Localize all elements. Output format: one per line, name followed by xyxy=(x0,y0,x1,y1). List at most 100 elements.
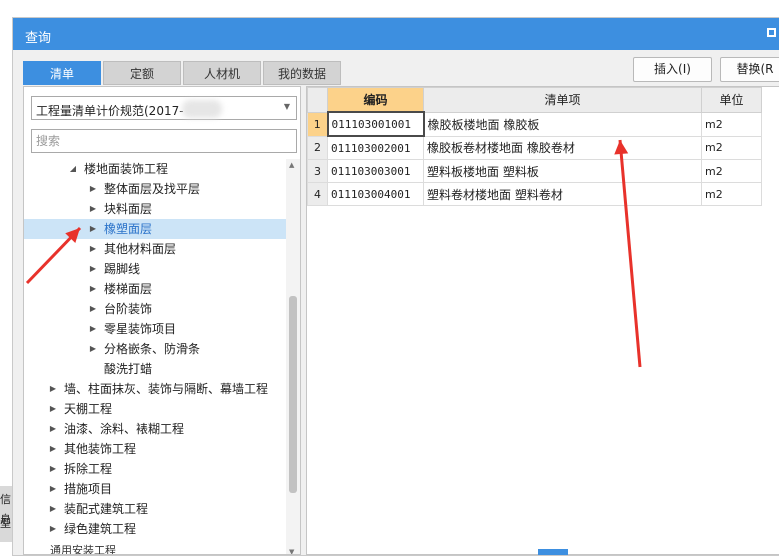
collapsed-icon[interactable]: ▶ xyxy=(88,319,98,339)
tree-item-label: 橡塑面层 xyxy=(104,222,153,236)
collapsed-icon[interactable]: ▶ xyxy=(88,339,98,359)
scroll-up-icon[interactable]: ▲ xyxy=(289,161,294,169)
item-column-header[interactable]: 清单项 xyxy=(423,87,702,113)
background-window-edge: 信息 型 xyxy=(0,486,12,542)
collapsed-icon[interactable]: ▶ xyxy=(88,279,98,299)
unit-cell[interactable]: m2 xyxy=(701,135,762,160)
row-number-header xyxy=(307,87,328,113)
tree-item[interactable]: 酸洗打蜡 xyxy=(24,359,286,379)
tree-item[interactable]: ◢ 楼地面装饰工程 xyxy=(24,159,286,179)
table-row[interactable]: 2 011103002001 橡胶板卷材楼地面 橡胶卷材 m2 xyxy=(307,135,762,160)
code-cell[interactable]: 011103001001 xyxy=(326,111,425,137)
search-input[interactable] xyxy=(31,129,297,153)
collapsed-icon[interactable]: ▶ xyxy=(88,239,98,259)
query-dialog: 查询 清单 定额 人材机 我的数据 插入(I) 替换(R 工程量清单计价规范(2… xyxy=(12,17,779,556)
table-row[interactable]: 4 011103004001 塑料卷材楼地面 塑料卷材 m2 xyxy=(307,182,762,206)
unit-cell[interactable]: m2 xyxy=(701,182,762,206)
item-cell[interactable]: 橡胶板卷材楼地面 橡胶卷材 xyxy=(423,135,702,160)
tree-item-label: 酸洗打蜡 xyxy=(104,362,153,376)
collapsed-icon[interactable]: ▶ xyxy=(48,499,58,519)
left-panel: 工程量清单计价规范(2017- ▼ ◢ 楼地面装饰工程 ▶ 整体面层及找平层 ▶ 块料面层… xyxy=(23,86,301,555)
tree-item[interactable]: ▶ 台阶装饰 xyxy=(24,299,286,319)
collapsed-icon[interactable]: ▶ xyxy=(88,259,98,279)
collapsed-icon[interactable]: ▶ xyxy=(48,479,58,499)
tree-item-label: 楼梯面层 xyxy=(104,282,153,296)
tree-item-label: 楼地面装饰工程 xyxy=(84,162,169,176)
spec-select[interactable]: 工程量清单计价规范(2017- ▼ xyxy=(31,96,297,120)
tree-item-label: 整体面层及找平层 xyxy=(104,182,201,196)
unit-column-header[interactable]: 单位 xyxy=(701,87,762,113)
tree-item[interactable]: ▶ 楼梯面层 xyxy=(24,279,286,299)
code-cell[interactable]: 011103002001 xyxy=(327,135,424,160)
collapsed-icon[interactable]: ▶ xyxy=(88,299,98,319)
code-cell[interactable]: 011103003001 xyxy=(327,159,424,183)
tree-item[interactable]: ▶ 橡塑面层 xyxy=(24,219,286,239)
row-number-cell[interactable]: 3 xyxy=(307,159,328,183)
results-table: 编码 清单项 单位 1 011103001001 橡胶板楼地面 橡胶板 m2 2 0111… xyxy=(307,87,762,206)
collapsed-icon[interactable]: ▶ xyxy=(48,459,58,479)
tree-item-label: 装配式建筑工程 xyxy=(64,502,149,516)
tree-item-label: 墙、柱面抹灰、装饰与隔断、幕墙工程 xyxy=(64,382,269,396)
tree-item[interactable]: ▶ 分格嵌条、防滑条 xyxy=(24,339,286,359)
maximize-icon[interactable] xyxy=(767,28,776,37)
table-row[interactable]: 3 011103003001 塑料板楼地面 塑料板 m2 xyxy=(307,159,762,183)
tab-bill[interactable]: 清单 xyxy=(23,61,101,85)
item-cell[interactable]: 橡胶板楼地面 橡胶板 xyxy=(423,111,702,137)
tree-item-label: 拆除工程 xyxy=(64,462,113,476)
tree-item-label: 踢脚线 xyxy=(104,262,141,276)
tree-item[interactable]: ▶ 绿色建筑工程 xyxy=(24,519,286,539)
results-panel: 编码 清单项 单位 1 011103001001 橡胶板楼地面 橡胶板 m2 2 0111… xyxy=(306,86,779,555)
code-column-header[interactable]: 编码 xyxy=(327,87,424,113)
blurred-region xyxy=(182,100,222,118)
row-number-cell[interactable]: 2 xyxy=(307,135,328,160)
tree-item[interactable]: ▶ 油漆、涂料、裱糊工程 xyxy=(24,419,286,439)
collapsed-icon[interactable]: ▶ xyxy=(88,199,98,219)
collapsed-icon[interactable]: ▶ xyxy=(88,219,98,239)
expanded-icon[interactable]: ◢ xyxy=(68,159,78,179)
collapsed-icon[interactable]: ▶ xyxy=(48,419,58,439)
background-bottom-text: 通用安装工程 xyxy=(50,544,116,554)
tree-item-label: 其他材料面层 xyxy=(104,242,177,256)
tree-item[interactable]: ▶ 拆除工程 xyxy=(24,459,286,479)
unit-cell[interactable]: m2 xyxy=(701,159,762,183)
insert-button[interactable]: 插入(I) xyxy=(633,57,712,82)
unit-cell[interactable]: m2 xyxy=(701,111,762,137)
dialog-title: 查询 xyxy=(25,31,52,46)
tree-item-label: 分格嵌条、防滑条 xyxy=(104,342,201,356)
chevron-down-icon[interactable]: ▼ xyxy=(284,102,290,111)
tree-item[interactable]: ▶ 其他装饰工程 xyxy=(24,439,286,459)
tree-item[interactable]: ▶ 整体面层及找平层 xyxy=(24,179,286,199)
tree-item[interactable]: ▶ 天棚工程 xyxy=(24,399,286,419)
tree-scrollbar[interactable]: ▲ ▼ xyxy=(286,159,300,554)
tree-item[interactable]: ▶ 零星装饰项目 xyxy=(24,319,286,339)
tree-item[interactable]: ▶ 装配式建筑工程 xyxy=(24,499,286,519)
tree-item-label: 块料面层 xyxy=(104,202,153,216)
collapsed-icon[interactable]: ▶ xyxy=(48,519,58,539)
tab-my-data[interactable]: 我的数据 xyxy=(263,61,341,85)
tree-item[interactable]: ▶ 墙、柱面抹灰、装饰与隔断、幕墙工程 xyxy=(24,379,286,399)
tab-quota[interactable]: 定额 xyxy=(103,61,181,85)
tree-item[interactable]: ▶ 块料面层 xyxy=(24,199,286,219)
row-number-cell[interactable]: 1 xyxy=(307,111,328,137)
tree-item[interactable]: ▶ 其他材料面层 xyxy=(24,239,286,259)
title-bar[interactable]: 查询 xyxy=(13,18,779,50)
background-side-text: 型 xyxy=(0,517,11,530)
tree-item[interactable]: ▶ 措施项目 xyxy=(24,479,286,499)
tree-item-label: 零星装饰项目 xyxy=(104,322,177,336)
collapsed-icon[interactable]: ▶ xyxy=(48,379,58,399)
tree-item-label: 台阶装饰 xyxy=(104,302,153,316)
tab-material[interactable]: 人材机 xyxy=(183,61,261,85)
replace-button[interactable]: 替换(R xyxy=(720,57,779,82)
splitter-handle[interactable] xyxy=(538,549,568,555)
row-number-cell[interactable]: 4 xyxy=(307,182,328,206)
code-cell[interactable]: 011103004001 xyxy=(327,182,424,206)
tree-item-label: 油漆、涂料、裱糊工程 xyxy=(64,422,185,436)
scrollbar-thumb[interactable] xyxy=(289,296,297,493)
tree-item[interactable]: ▶ 踢脚线 xyxy=(24,259,286,279)
item-cell[interactable]: 塑料板楼地面 塑料板 xyxy=(423,159,702,183)
collapsed-icon[interactable]: ▶ xyxy=(48,399,58,419)
collapsed-icon[interactable]: ▶ xyxy=(88,179,98,199)
collapsed-icon[interactable]: ▶ xyxy=(48,439,58,459)
item-cell[interactable]: 塑料卷材楼地面 塑料卷材 xyxy=(423,182,702,206)
table-row[interactable]: 1 011103001001 橡胶板楼地面 橡胶板 m2 xyxy=(307,111,762,137)
